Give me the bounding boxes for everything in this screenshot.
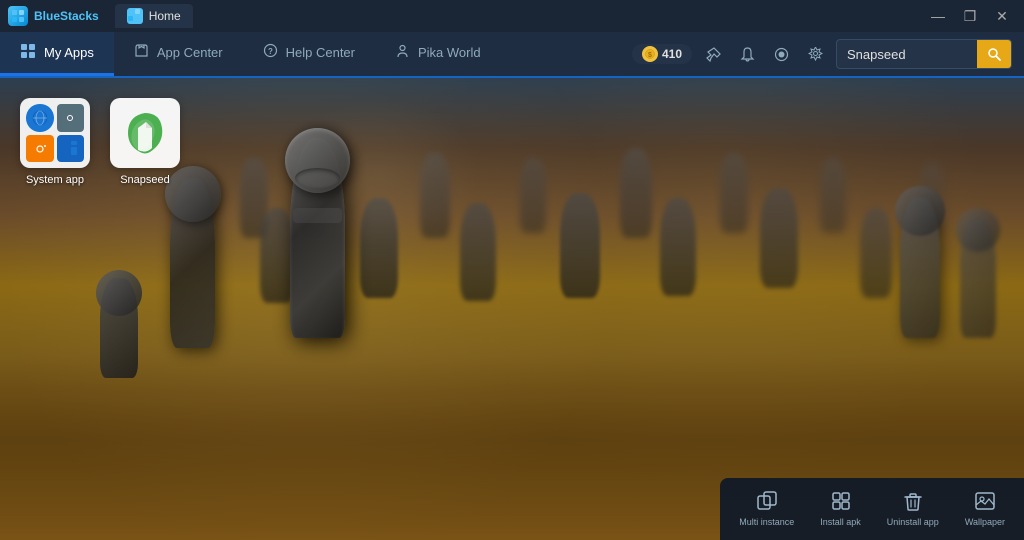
- install-apk-label: Install apk: [820, 517, 861, 527]
- gear-icon: [57, 104, 85, 132]
- globe-icon-cell: [26, 104, 54, 132]
- system-app-label: System app: [26, 174, 84, 186]
- title-bar-controls: — ❐ ✕: [924, 6, 1016, 26]
- system-app-icon: [20, 98, 90, 168]
- app-center-icon: [134, 43, 149, 62]
- globe-icon: [26, 104, 54, 132]
- install-apk-icon: [831, 491, 851, 514]
- nav-tabs: My Apps App Center ? Help Center: [0, 32, 620, 76]
- title-tab[interactable]: Home: [115, 4, 193, 28]
- uninstall-app-button[interactable]: Uninstall app: [876, 484, 950, 534]
- help-center-label: Help Center: [286, 45, 355, 60]
- snapseed-leaf-svg: [120, 108, 170, 158]
- search-box: [836, 39, 1012, 69]
- layout-icon: [57, 135, 85, 163]
- main-content: System app Snapseed: [0, 78, 1024, 540]
- search-input[interactable]: [837, 47, 977, 62]
- camera-icon: [26, 135, 54, 163]
- wallpaper-label: Wallpaper: [965, 517, 1005, 527]
- uninstall-app-icon: [903, 491, 923, 514]
- settings-button[interactable]: [802, 41, 828, 67]
- wallpaper-button[interactable]: Wallpaper: [954, 484, 1016, 534]
- wallpaper-icon: [975, 491, 995, 514]
- app-grid: System app Snapseed: [10, 88, 190, 196]
- help-center-icon: ?: [263, 43, 278, 62]
- coin-count: 410: [662, 47, 682, 61]
- my-apps-label: My Apps: [44, 45, 94, 60]
- nav-bar: My Apps App Center ? Help Center: [0, 32, 1024, 78]
- pin-button[interactable]: [700, 41, 726, 67]
- tab-help-center[interactable]: ? Help Center: [243, 32, 375, 76]
- multi-instance-label: Multi instance: [739, 517, 794, 527]
- svg-text:?: ?: [268, 47, 273, 56]
- uninstall-app-label: Uninstall app: [887, 517, 939, 527]
- tab-pika-world[interactable]: Pika World: [375, 32, 501, 76]
- coin-icon: $: [642, 46, 658, 62]
- svg-text:$: $: [648, 52, 652, 59]
- bluestacks-logo: BlueStacks: [8, 6, 99, 26]
- layout-icon-cell: [57, 135, 85, 163]
- my-apps-icon: [20, 43, 36, 63]
- pika-world-icon: [395, 43, 410, 62]
- system-app-item[interactable]: System app: [20, 98, 90, 186]
- multi-instance-button[interactable]: Multi instance: [728, 484, 805, 534]
- multi-instance-icon: [757, 491, 777, 514]
- snapseed-label: Snapseed: [120, 174, 170, 186]
- close-button[interactable]: ✕: [988, 6, 1016, 26]
- search-button[interactable]: [977, 39, 1011, 69]
- record-button[interactable]: [768, 41, 794, 67]
- install-apk-button[interactable]: Install apk: [809, 484, 872, 534]
- bluestacks-logo-icon: [8, 6, 28, 26]
- title-bar-left: BlueStacks Home: [8, 4, 193, 28]
- gear-icon-cell: [57, 104, 85, 132]
- title-bar: BlueStacks Home — ❐ ✕: [0, 0, 1024, 32]
- bottom-toolbar: Multi instance Install apk: [720, 478, 1024, 540]
- coins-display: $ 410: [632, 44, 692, 64]
- bluestacks-logo-text: BlueStacks: [34, 9, 99, 23]
- title-tab-text: Home: [149, 9, 181, 23]
- snapseed-app-icon: [110, 98, 180, 168]
- title-tab-icon: [127, 8, 143, 24]
- pika-world-label: Pika World: [418, 45, 481, 60]
- tab-app-center[interactable]: App Center: [114, 32, 243, 76]
- notification-button[interactable]: [734, 41, 760, 67]
- snapseed-app-item[interactable]: Snapseed: [110, 98, 180, 186]
- minimize-button[interactable]: —: [924, 6, 952, 26]
- app-center-label: App Center: [157, 45, 223, 60]
- maximize-button[interactable]: ❐: [956, 6, 984, 26]
- nav-right: $ 410: [620, 32, 1024, 76]
- camera-icon-cell: [26, 135, 54, 163]
- tab-my-apps[interactable]: My Apps: [0, 32, 114, 76]
